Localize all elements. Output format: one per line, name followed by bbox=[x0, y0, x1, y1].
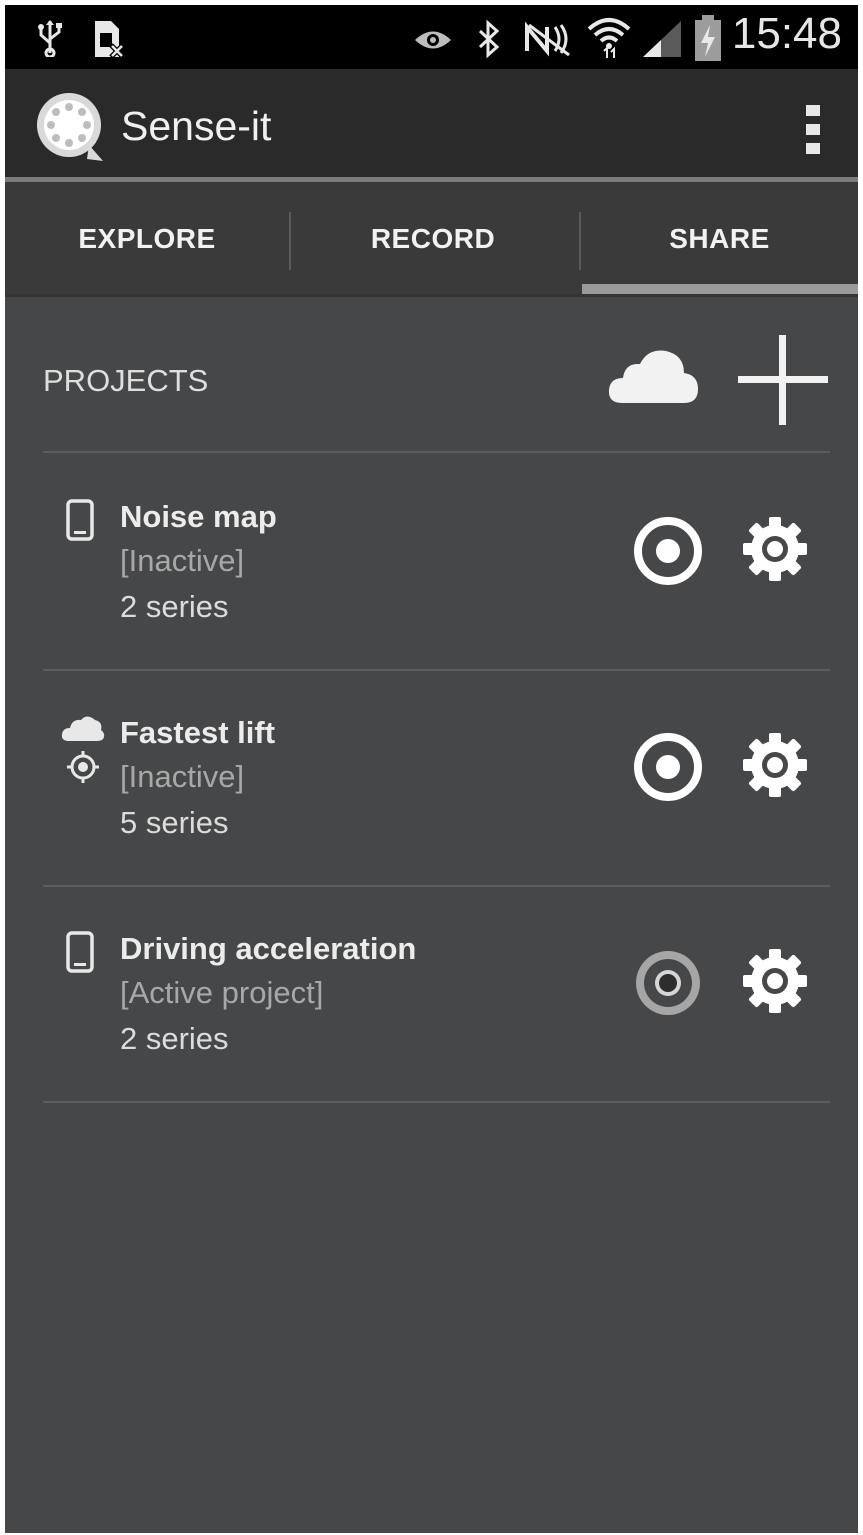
cloud-icon[interactable] bbox=[608, 345, 700, 410]
phone-screen: 15:48 Sense-it EXPLORE RECORD SHARE PROJ… bbox=[5, 5, 858, 1533]
sense-it-logo-icon[interactable] bbox=[35, 91, 107, 168]
cloud-location-icon bbox=[61, 715, 105, 794]
project-name: Fastest lift bbox=[120, 715, 276, 750]
tab-record[interactable]: RECORD bbox=[291, 182, 575, 296]
projects-header-label: PROJECTS bbox=[43, 363, 209, 398]
tab-bar: EXPLORE RECORD SHARE bbox=[5, 182, 858, 296]
phone-icon bbox=[65, 499, 95, 546]
list-divider bbox=[43, 451, 830, 453]
bluetooth-icon bbox=[475, 19, 503, 64]
app-title: Sense-it bbox=[121, 103, 272, 149]
project-status: [Inactive] bbox=[120, 543, 245, 578]
plus-icon[interactable] bbox=[736, 333, 830, 432]
project-series-count: 2 series bbox=[120, 1021, 229, 1056]
record-toggle-icon[interactable] bbox=[628, 511, 708, 596]
status-clock: 15:48 bbox=[731, 9, 842, 58]
tab-share[interactable]: SHARE bbox=[581, 182, 858, 296]
record-toggle-icon[interactable] bbox=[628, 943, 708, 1028]
project-status: [Active project] bbox=[120, 975, 324, 1010]
status-bar: 15:48 bbox=[5, 5, 858, 69]
project-row-driving-acceleration[interactable]: Driving acceleration [Active project] 2 … bbox=[5, 931, 858, 1141]
tab-bar-bottom-line bbox=[5, 294, 858, 297]
list-divider bbox=[43, 1101, 830, 1103]
gear-icon[interactable] bbox=[737, 727, 813, 808]
project-series-count: 5 series bbox=[120, 805, 229, 840]
battery-icon bbox=[693, 13, 723, 68]
project-row-fastest-lift[interactable]: Fastest lift [Inactive] 5 series bbox=[5, 715, 858, 925]
list-divider bbox=[43, 885, 830, 887]
project-series-count: 2 series bbox=[120, 589, 229, 624]
project-status: [Inactive] bbox=[120, 759, 245, 794]
project-name: Driving acceleration bbox=[120, 931, 417, 966]
eye-icon bbox=[413, 27, 453, 58]
list-divider bbox=[43, 669, 830, 671]
wifi-icon bbox=[587, 15, 631, 64]
nfc-icon bbox=[523, 21, 573, 62]
project-row-noise-map[interactable]: Noise map [Inactive] 2 series bbox=[5, 499, 858, 709]
phone-icon bbox=[65, 931, 95, 978]
sim-icon bbox=[91, 19, 125, 64]
tab-selected-indicator bbox=[582, 284, 858, 294]
action-bar: Sense-it bbox=[5, 69, 858, 177]
gear-icon[interactable] bbox=[737, 511, 813, 592]
project-name: Noise map bbox=[120, 499, 277, 534]
signal-icon bbox=[641, 19, 685, 64]
overflow-menu-icon[interactable] bbox=[806, 105, 820, 160]
usb-icon bbox=[35, 19, 65, 62]
tab-explore[interactable]: EXPLORE bbox=[5, 182, 289, 296]
record-toggle-icon[interactable] bbox=[628, 727, 708, 812]
gear-icon[interactable] bbox=[737, 943, 813, 1024]
